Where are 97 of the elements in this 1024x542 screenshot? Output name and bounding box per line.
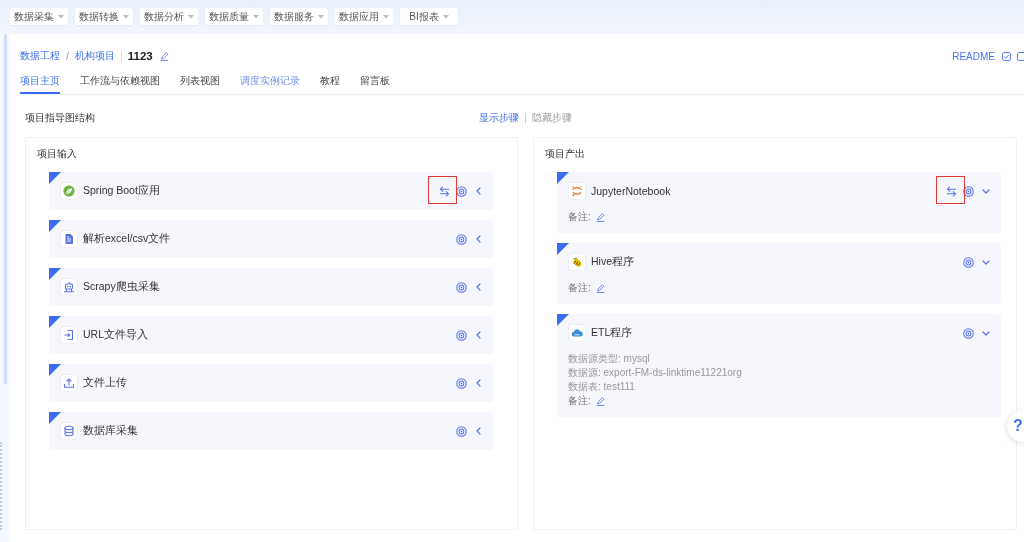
input-card[interactable]: 解析excel/csv文件 (49, 220, 493, 258)
breadcrumb-link[interactable]: 机构项目 (74, 49, 115, 63)
caret-icon (383, 14, 389, 19)
corner-marker-icon (49, 220, 61, 232)
caret-icon (318, 14, 324, 19)
eye-icon[interactable] (963, 185, 974, 197)
arcs-icon (568, 182, 586, 200)
input-card[interactable]: Scrapy爬虫采集 (49, 268, 493, 306)
caret-icon (123, 14, 129, 19)
chevron-left-icon[interactable] (476, 235, 481, 243)
check-square-icon[interactable] (1002, 51, 1011, 61)
import-icon (60, 326, 78, 344)
note-label: 备注: (568, 394, 591, 408)
note-label: 备注: (568, 210, 591, 224)
corner-marker-icon (49, 268, 61, 280)
leaf-icon (60, 182, 78, 200)
cloud-icon (568, 324, 586, 342)
robot-icon (60, 278, 78, 296)
card-title: 文件上传 (83, 376, 127, 390)
pencil-icon[interactable] (595, 212, 605, 222)
swap-icon[interactable] (439, 185, 450, 197)
eye-icon[interactable] (963, 327, 974, 339)
chevron-left-icon[interactable] (476, 379, 481, 387)
card-title: Scrapy爬虫采集 (83, 280, 160, 294)
eye-icon[interactable] (456, 377, 467, 389)
eye-icon[interactable] (456, 425, 467, 437)
output-card[interactable]: Hive程序 备注: (557, 243, 1001, 304)
panel-title: 项目输入 (37, 148, 78, 160)
caret-icon (442, 14, 449, 19)
tab[interactable]: 项目主页 (20, 71, 60, 94)
output-card[interactable]: JupyterNotebook 备注: (557, 172, 1001, 233)
caret-icon (253, 14, 259, 19)
chevron-left-icon[interactable] (476, 283, 481, 291)
breadcrumb-separator: / (66, 50, 69, 62)
card-title: Hive程序 (591, 255, 634, 269)
card-title: Spring Boot应用 (83, 184, 160, 198)
eye-icon[interactable] (456, 329, 467, 341)
card-title: ETL程序 (591, 326, 633, 340)
menu-button[interactable]: 数据质量 (205, 8, 263, 25)
menu-button[interactable]: 数据转换 (75, 8, 133, 25)
card-title: URL文件导入 (83, 328, 148, 342)
section-title: 项目指导图结构 (25, 110, 95, 125)
card-title: 数据库采集 (83, 424, 138, 438)
caret-icon (188, 14, 194, 19)
scrollbar-thumb[interactable] (4, 34, 7, 384)
database-icon (60, 422, 78, 440)
steps-toggle-link[interactable]: 显示步骤 (479, 110, 519, 125)
input-card[interactable]: 数据库采集 (49, 412, 493, 450)
pencil-icon[interactable] (159, 51, 169, 61)
eye-icon[interactable] (456, 185, 467, 197)
swap-icon[interactable] (946, 185, 957, 197)
tab[interactable]: 教程 (320, 71, 340, 94)
panel-title: 项目产出 (545, 148, 586, 160)
menu-button[interactable]: 数据采集 (10, 8, 68, 25)
detail-text: 数据源类型: mysql (568, 352, 651, 366)
document-icon (60, 230, 78, 248)
corner-marker-icon (49, 316, 61, 328)
chevron-down-icon[interactable] (982, 188, 990, 194)
corner-marker-icon (557, 172, 569, 184)
pencil-icon[interactable] (595, 396, 605, 406)
tab[interactable]: 列表视图 (180, 71, 220, 94)
chevron-down-icon[interactable] (982, 330, 990, 336)
upload-icon (60, 374, 78, 392)
tab[interactable]: 留言板 (360, 71, 390, 94)
eye-icon[interactable] (456, 233, 467, 245)
breadcrumb-link[interactable]: 数据工程 (20, 49, 60, 63)
corner-marker-icon (49, 172, 61, 184)
corner-marker-icon (49, 364, 61, 376)
card-title: 解析excel/csv文件 (83, 232, 171, 246)
input-card[interactable]: 文件上传 (49, 364, 493, 402)
pencil-icon[interactable] (595, 283, 605, 293)
menu-button[interactable]: 数据分析 (140, 8, 198, 25)
note-label: 备注: (568, 281, 591, 295)
tab[interactable]: 工作流与依赖视图 (80, 71, 160, 94)
card-title: JupyterNotebook (591, 185, 671, 197)
caret-icon (58, 14, 64, 19)
bee-icon (568, 253, 586, 271)
corner-marker-icon (49, 412, 61, 424)
menu-button[interactable]: BI报表 (400, 8, 458, 25)
chevron-left-icon[interactable] (476, 187, 481, 195)
output-card[interactable]: ETL程序 数据源类型: mysql 数据源: export-FM-ds-linktime11221org 数据表: test111 备注: (557, 314, 1001, 417)
help-button[interactable]: ? (1007, 410, 1024, 442)
corner-marker-icon (557, 243, 569, 255)
detail-text: 数据源: export-FM-ds-linktime11221org (568, 366, 743, 380)
chevron-down-icon[interactable] (982, 259, 990, 265)
eye-icon[interactable] (456, 281, 467, 293)
chevron-left-icon[interactable] (476, 331, 481, 339)
detail-text: 数据表: test111 (568, 380, 636, 394)
menu-button[interactable]: 数据服务 (270, 8, 328, 25)
input-card[interactable]: URL文件导入 (49, 316, 493, 354)
project-title: 1123 (127, 50, 153, 62)
input-card[interactable]: Spring Boot应用 (49, 172, 493, 210)
chevron-left-icon[interactable] (476, 427, 481, 435)
corner-marker-icon (557, 314, 569, 326)
readme-link[interactable]: README (952, 50, 995, 62)
menu-button[interactable]: 数据应用 (335, 8, 393, 25)
eye-icon[interactable] (963, 256, 974, 268)
